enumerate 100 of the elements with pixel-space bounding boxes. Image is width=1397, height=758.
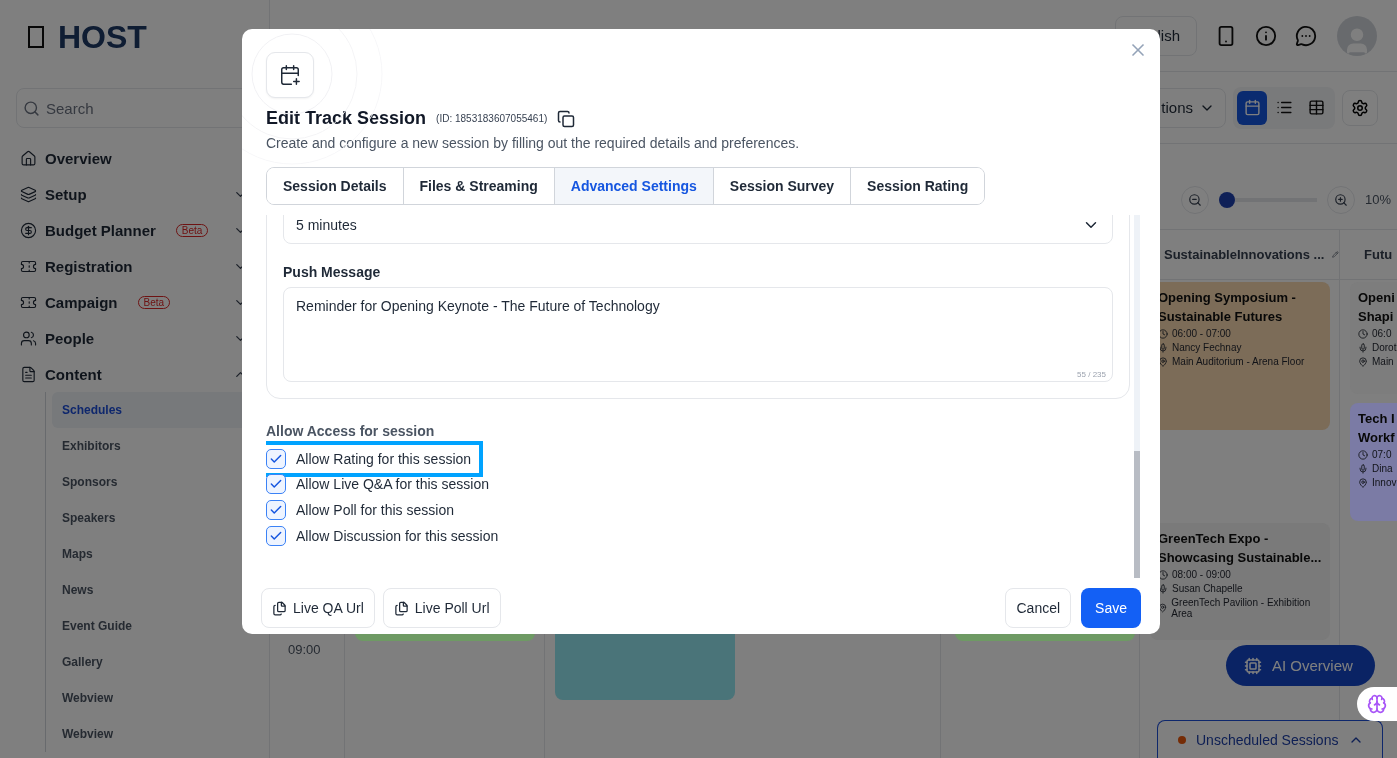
copy-icon[interactable] xyxy=(557,109,576,128)
tab[interactable]: Session Details xyxy=(267,168,404,204)
scrollbar-thumb[interactable] xyxy=(1134,451,1140,578)
push-message-field[interactable]: Reminder for Opening Keynote - The Future of Technology 55 / 235 xyxy=(283,287,1113,382)
session-location: GreenTech Pavilion - Exhibition Area xyxy=(1171,597,1312,619)
calendar-plus-icon xyxy=(279,64,301,86)
track-name: SustainableInnovations ... xyxy=(1164,247,1325,262)
logo-icon xyxy=(28,26,44,48)
checkbox-label: Allow Rating for this session xyxy=(296,451,472,467)
logo-text: HOST xyxy=(58,18,147,56)
microphone-icon xyxy=(1358,463,1368,474)
search-icon xyxy=(23,99,40,117)
clock-icon xyxy=(1358,328,1368,339)
checkbox[interactable] xyxy=(266,500,286,520)
nav-item[interactable]: Registration xyxy=(16,248,248,284)
cancel-button[interactable]: Cancel xyxy=(1005,588,1072,628)
session-id: (ID: 1853183607055461) xyxy=(436,113,548,124)
session-time: 06:00 - 07:00 xyxy=(1172,328,1231,339)
time-label: 09:00 xyxy=(288,642,321,657)
slider-thumb[interactable] xyxy=(1219,191,1235,208)
session-speaker: Dorot xyxy=(1372,342,1397,353)
nav-item[interactable]: Setup xyxy=(16,176,248,212)
dialog-subtitle: Create and configure a new session by filling out the required details and preferences. xyxy=(266,135,801,151)
session-time: 07:0 xyxy=(1372,449,1392,460)
dollar-icon xyxy=(20,221,37,239)
checkbox-label: Allow Live Q&A for this session xyxy=(296,476,489,492)
location-pin-icon xyxy=(1158,356,1168,367)
nav-subitem[interactable]: Webview xyxy=(52,680,272,716)
checkbox-label: Allow Discussion for this session xyxy=(296,528,499,544)
check-icon xyxy=(269,452,283,466)
nav-item[interactable]: People xyxy=(16,320,248,356)
copy-url-button[interactable]: Live Poll Url xyxy=(382,588,501,628)
session-speaker: Nancy Fechnay xyxy=(1172,342,1242,353)
location-pin-icon xyxy=(1158,603,1168,613)
nav-item[interactable]: Overview xyxy=(16,140,248,176)
clock-icon xyxy=(1358,449,1368,460)
nav-subitem[interactable]: Webview xyxy=(52,716,272,752)
microphone-icon xyxy=(1158,583,1168,594)
session-speaker: Dina xyxy=(1372,463,1393,474)
session-speaker: Susan Chapelle xyxy=(1172,583,1243,594)
session-title: GreenTech Expo - xyxy=(1158,531,1270,547)
microphone-icon xyxy=(1158,342,1168,353)
session-location: Main Auditorium - Arena Floor xyxy=(1172,356,1305,367)
microphone-icon xyxy=(1358,342,1368,353)
checkbox[interactable] xyxy=(266,526,286,546)
copy-url-button[interactable]: Live QA Url xyxy=(261,588,375,628)
settings-button[interactable] xyxy=(1342,89,1378,126)
brain-button[interactable] xyxy=(1357,687,1397,721)
chip-icon xyxy=(1244,656,1262,675)
zoom-in-button[interactable] xyxy=(1327,185,1355,214)
zoom-out-icon xyxy=(1188,192,1202,207)
clock-icon xyxy=(1158,328,1168,339)
view-toggle[interactable] xyxy=(1237,90,1267,125)
ai-overview-button[interactable]: AI Overview xyxy=(1226,645,1375,686)
calendar-icon xyxy=(1243,99,1261,116)
check-icon xyxy=(269,529,283,543)
copy-icon xyxy=(393,600,409,616)
zoom-in-icon xyxy=(1334,192,1348,207)
zoom-reading: 10% xyxy=(1365,192,1389,207)
chat-icon[interactable] xyxy=(1295,24,1317,47)
table-icon xyxy=(1307,99,1325,116)
session-card[interactable]: Tech I Workf 07:0 Dina Innov xyxy=(1350,403,1397,521)
clock-icon xyxy=(1158,569,1168,580)
location-pin-icon xyxy=(1358,356,1368,367)
character-counter: 55 / 235 xyxy=(1077,370,1106,379)
checkbox[interactable] xyxy=(266,474,286,494)
brain-icon xyxy=(1367,694,1387,714)
check-icon xyxy=(269,503,283,517)
document-icon xyxy=(20,365,37,383)
session-location: Main xyxy=(1372,356,1394,367)
location-pin-icon xyxy=(1358,477,1368,488)
field-label: Push Message xyxy=(283,264,382,280)
unscheduled-sessions-bar[interactable]: Unscheduled Sessions xyxy=(1157,720,1383,758)
session-title: Showcasing Sustainable... xyxy=(1158,550,1322,566)
tab[interactable]: Advanced Settings xyxy=(554,168,714,204)
nav-subitem[interactable]: Gallery xyxy=(52,644,272,680)
session-title: Opening Symposium - xyxy=(1158,290,1297,306)
nav-item[interactable]: Content xyxy=(16,356,248,392)
session-location: Innov xyxy=(1372,477,1397,488)
home-icon xyxy=(20,149,37,167)
layers-icon xyxy=(20,185,37,203)
copy-icon xyxy=(272,600,287,616)
checkbox[interactable] xyxy=(266,449,286,469)
session-title: Tech I xyxy=(1358,411,1396,427)
zoom-out-button[interactable] xyxy=(1181,185,1209,214)
session-title: Shapi xyxy=(1358,309,1395,325)
session-time: 06:0 xyxy=(1372,328,1392,339)
save-button[interactable]: Save xyxy=(1081,588,1141,628)
track-name: Futu xyxy=(1364,247,1393,262)
status-dot xyxy=(1178,735,1186,744)
list-icon xyxy=(1275,99,1293,116)
settings-icon xyxy=(1351,98,1369,117)
session-time: 08:00 - 09:00 xyxy=(1172,569,1231,580)
session-title: Sustainable Futures xyxy=(1158,309,1284,325)
people-icon xyxy=(20,329,37,347)
session-title: Workf xyxy=(1358,430,1396,446)
session-title: Openi xyxy=(1358,290,1396,306)
reminder-select[interactable]: 5 minutes xyxy=(283,215,1113,244)
session-card[interactable]: GreenTech Expo - Showcasing Sustainable... 08:00 - 09:00 Susan Chapelle GreenTech Pavilion - Exhibition Area xyxy=(1150,523,1330,640)
info-icon[interactable] xyxy=(1255,24,1277,47)
